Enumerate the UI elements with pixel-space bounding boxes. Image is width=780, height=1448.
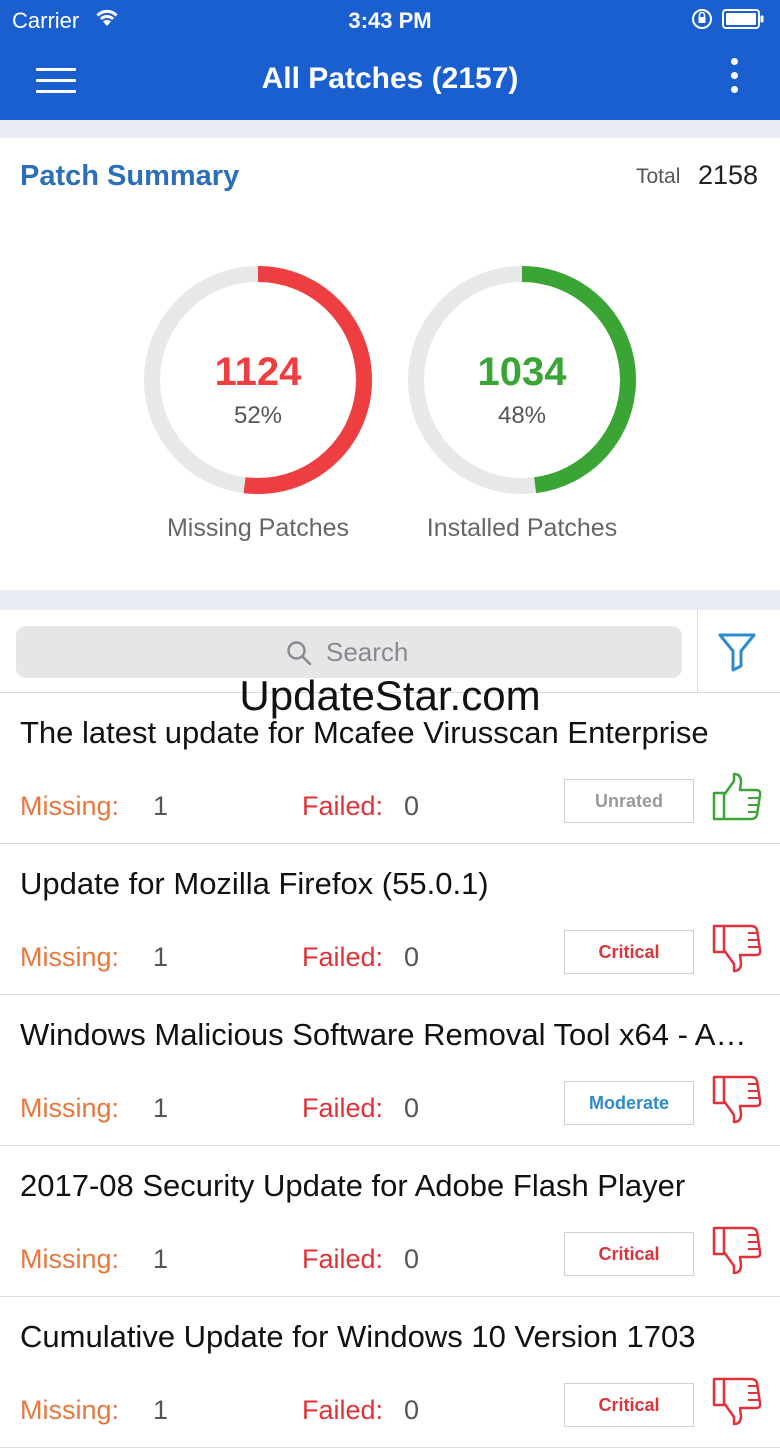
patch-title: Cumulative Update for Windows 10 Version… [20, 1319, 696, 1354]
thumbs-down-icon[interactable] [710, 922, 764, 979]
missing-count: 1 [153, 942, 169, 972]
missing-label: Missing: [20, 1093, 120, 1123]
total-label: Total [636, 165, 681, 188]
severity-badge: Moderate [564, 1081, 694, 1125]
missing-patches-label: Missing Patches [166, 514, 350, 542]
search-placeholder: Search [326, 637, 409, 667]
total-value: 2158 [698, 160, 759, 190]
installed-percent: 48% [497, 402, 547, 429]
failed-label: Failed: [302, 791, 384, 821]
severity-badge: Critical [564, 930, 694, 974]
page-title: All Patches (2157) [261, 62, 519, 95]
clock: 3:43 PM [348, 8, 432, 33]
severity-badge: Critical [564, 1383, 694, 1427]
missing-label: Missing: [20, 942, 120, 972]
thumbs-down-icon[interactable] [710, 1224, 764, 1281]
summary-title: Patch Summary [20, 160, 240, 192]
failed-count: 0 [404, 1395, 420, 1425]
watermark-text: UpdateStar.com [239, 672, 541, 719]
navigation-bar: All Patches (2157) [0, 40, 780, 120]
failed-count: 0 [404, 1244, 420, 1274]
missing-label: Missing: [20, 1244, 120, 1274]
missing-patches-donut[interactable]: 1124 52% [138, 260, 378, 500]
installed-patches-donut[interactable]: 1034 48% [402, 260, 642, 500]
search-input[interactable]: Search [16, 626, 682, 678]
patch-title: 2017-08 Security Update for Adobe Flash … [20, 1168, 686, 1203]
status-bar: Carrier 3:43 PM [0, 0, 780, 40]
failed-label: Failed: [302, 1395, 384, 1425]
installed-patches-label: Installed Patches [426, 514, 618, 542]
failed-label: Failed: [302, 1244, 384, 1274]
failed-label: Failed: [302, 1093, 384, 1123]
missing-count: 1 [153, 1244, 169, 1274]
filter-icon[interactable] [718, 632, 756, 677]
missing-count: 1 [153, 1093, 169, 1123]
missing-count: 1 [153, 1395, 169, 1425]
severity-badge: Critical [564, 1232, 694, 1276]
failed-count: 0 [404, 1093, 420, 1123]
missing-count: 1 [153, 791, 169, 821]
section-divider [0, 590, 780, 610]
patch-title: Windows Malicious Software Removal Tool … [20, 1017, 760, 1052]
missing-count: 1124 [214, 350, 302, 394]
installed-count: 1034 [477, 350, 567, 394]
patch-list-item[interactable]: Cumulative Update for Windows 10 Version… [0, 1297, 780, 1448]
battery-icon [722, 9, 764, 29]
severity-badge: Unrated [564, 779, 694, 823]
missing-label: Missing: [20, 791, 120, 821]
thumbs-up-icon[interactable] [710, 771, 764, 828]
more-vertical-icon[interactable] [722, 58, 746, 102]
patch-summary-card: Patch Summary Total 2158 1124 52% Missin… [0, 138, 780, 590]
failed-count: 0 [404, 791, 420, 821]
patch-list-item[interactable]: Update for Mozilla Firefox (55.0.1) Miss… [0, 844, 780, 995]
thumbs-down-icon[interactable] [710, 1375, 764, 1432]
rotation-lock-icon [690, 7, 714, 36]
failed-count: 0 [404, 942, 420, 972]
patch-title: The latest update for Mcafee Virusscan E… [20, 715, 709, 750]
patch-list-item[interactable]: Windows Malicious Software Removal Tool … [0, 995, 780, 1146]
search-icon [286, 640, 312, 671]
patch-list-item[interactable]: 2017-08 Security Update for Adobe Flash … [0, 1146, 780, 1297]
section-divider [0, 120, 780, 138]
missing-label: Missing: [20, 1395, 120, 1425]
thumbs-down-icon[interactable] [710, 1073, 764, 1130]
failed-label: Failed: [302, 942, 384, 972]
patch-title: Update for Mozilla Firefox (55.0.1) [20, 866, 489, 901]
missing-percent: 52% [233, 402, 283, 429]
